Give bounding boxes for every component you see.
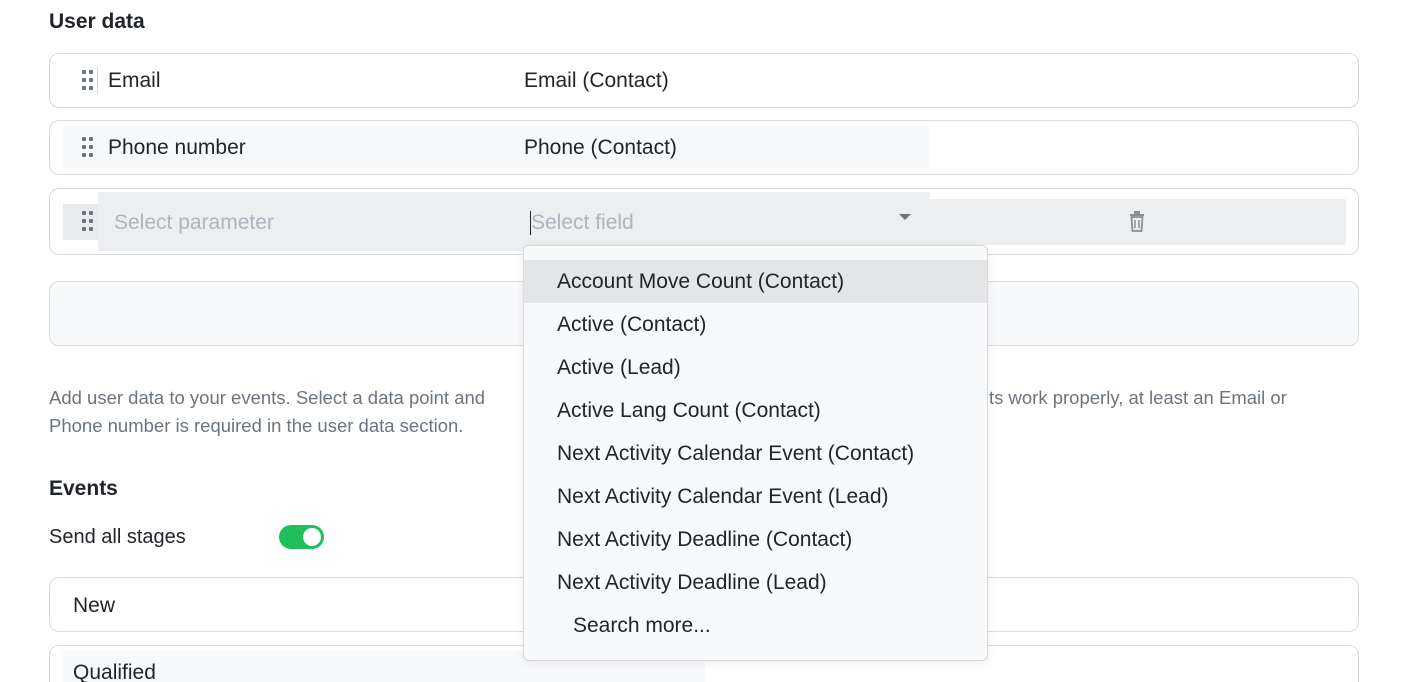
help-text-right: ts work properly, at least an Email or — [989, 387, 1287, 408]
stage-name: Qualified — [73, 661, 156, 682]
dropdown-option[interactable]: Next Activity Calendar Event (Contact) — [524, 432, 987, 475]
field-value[interactable]: Phone (Contact) — [524, 136, 677, 160]
send-all-stages-toggle[interactable] — [279, 525, 324, 549]
parameter-value[interactable]: Phone number — [108, 136, 246, 160]
caret-down-icon[interactable] — [899, 214, 911, 220]
user-data-row-email: Email Email (Contact) — [49, 53, 1359, 108]
dropdown-option[interactable]: Active (Contact) — [524, 303, 987, 346]
select-field-input[interactable]: Select field — [531, 211, 634, 235]
row-divider — [97, 67, 98, 95]
parameter-value[interactable]: Email — [108, 69, 161, 93]
trash-icon[interactable] — [1128, 211, 1146, 233]
field-value[interactable]: Email (Contact) — [524, 69, 669, 93]
search-more-option[interactable]: Search more... — [524, 604, 987, 647]
handle-bg — [63, 204, 99, 240]
dropdown-option[interactable]: Active Lang Count (Contact) — [524, 389, 987, 432]
dropdown-option[interactable]: Next Activity Calendar Event (Lead) — [524, 475, 987, 518]
drag-handle-icon[interactable] — [82, 70, 93, 92]
dropdown-option[interactable]: Active (Lead) — [524, 346, 987, 389]
toggle-knob — [303, 528, 321, 546]
user-data-title: User data — [49, 10, 145, 33]
dropdown-option[interactable]: Next Activity Deadline (Contact) — [524, 518, 987, 561]
drag-handle-icon[interactable] — [82, 137, 93, 159]
dropdown-option[interactable]: Next Activity Deadline (Lead) — [524, 561, 987, 604]
drag-handle-icon[interactable] — [82, 211, 93, 233]
help-text-left: Add user data to your events. Select a d… — [49, 387, 486, 408]
select-parameter-input[interactable]: Select parameter — [114, 211, 274, 235]
dropdown-option[interactable]: Account Move Count (Contact) — [524, 260, 987, 303]
events-title: Events — [49, 477, 118, 500]
user-data-row-phone: Phone number Phone (Contact) — [49, 120, 1359, 175]
stage-name: New — [73, 594, 116, 617]
send-all-stages-label: Send all stages — [49, 526, 186, 548]
user-data-page: User data Email Email (Contact) Phone nu… — [0, 0, 1406, 682]
field-dropdown-menu: Account Move Count (Contact) Active (Con… — [523, 245, 988, 661]
